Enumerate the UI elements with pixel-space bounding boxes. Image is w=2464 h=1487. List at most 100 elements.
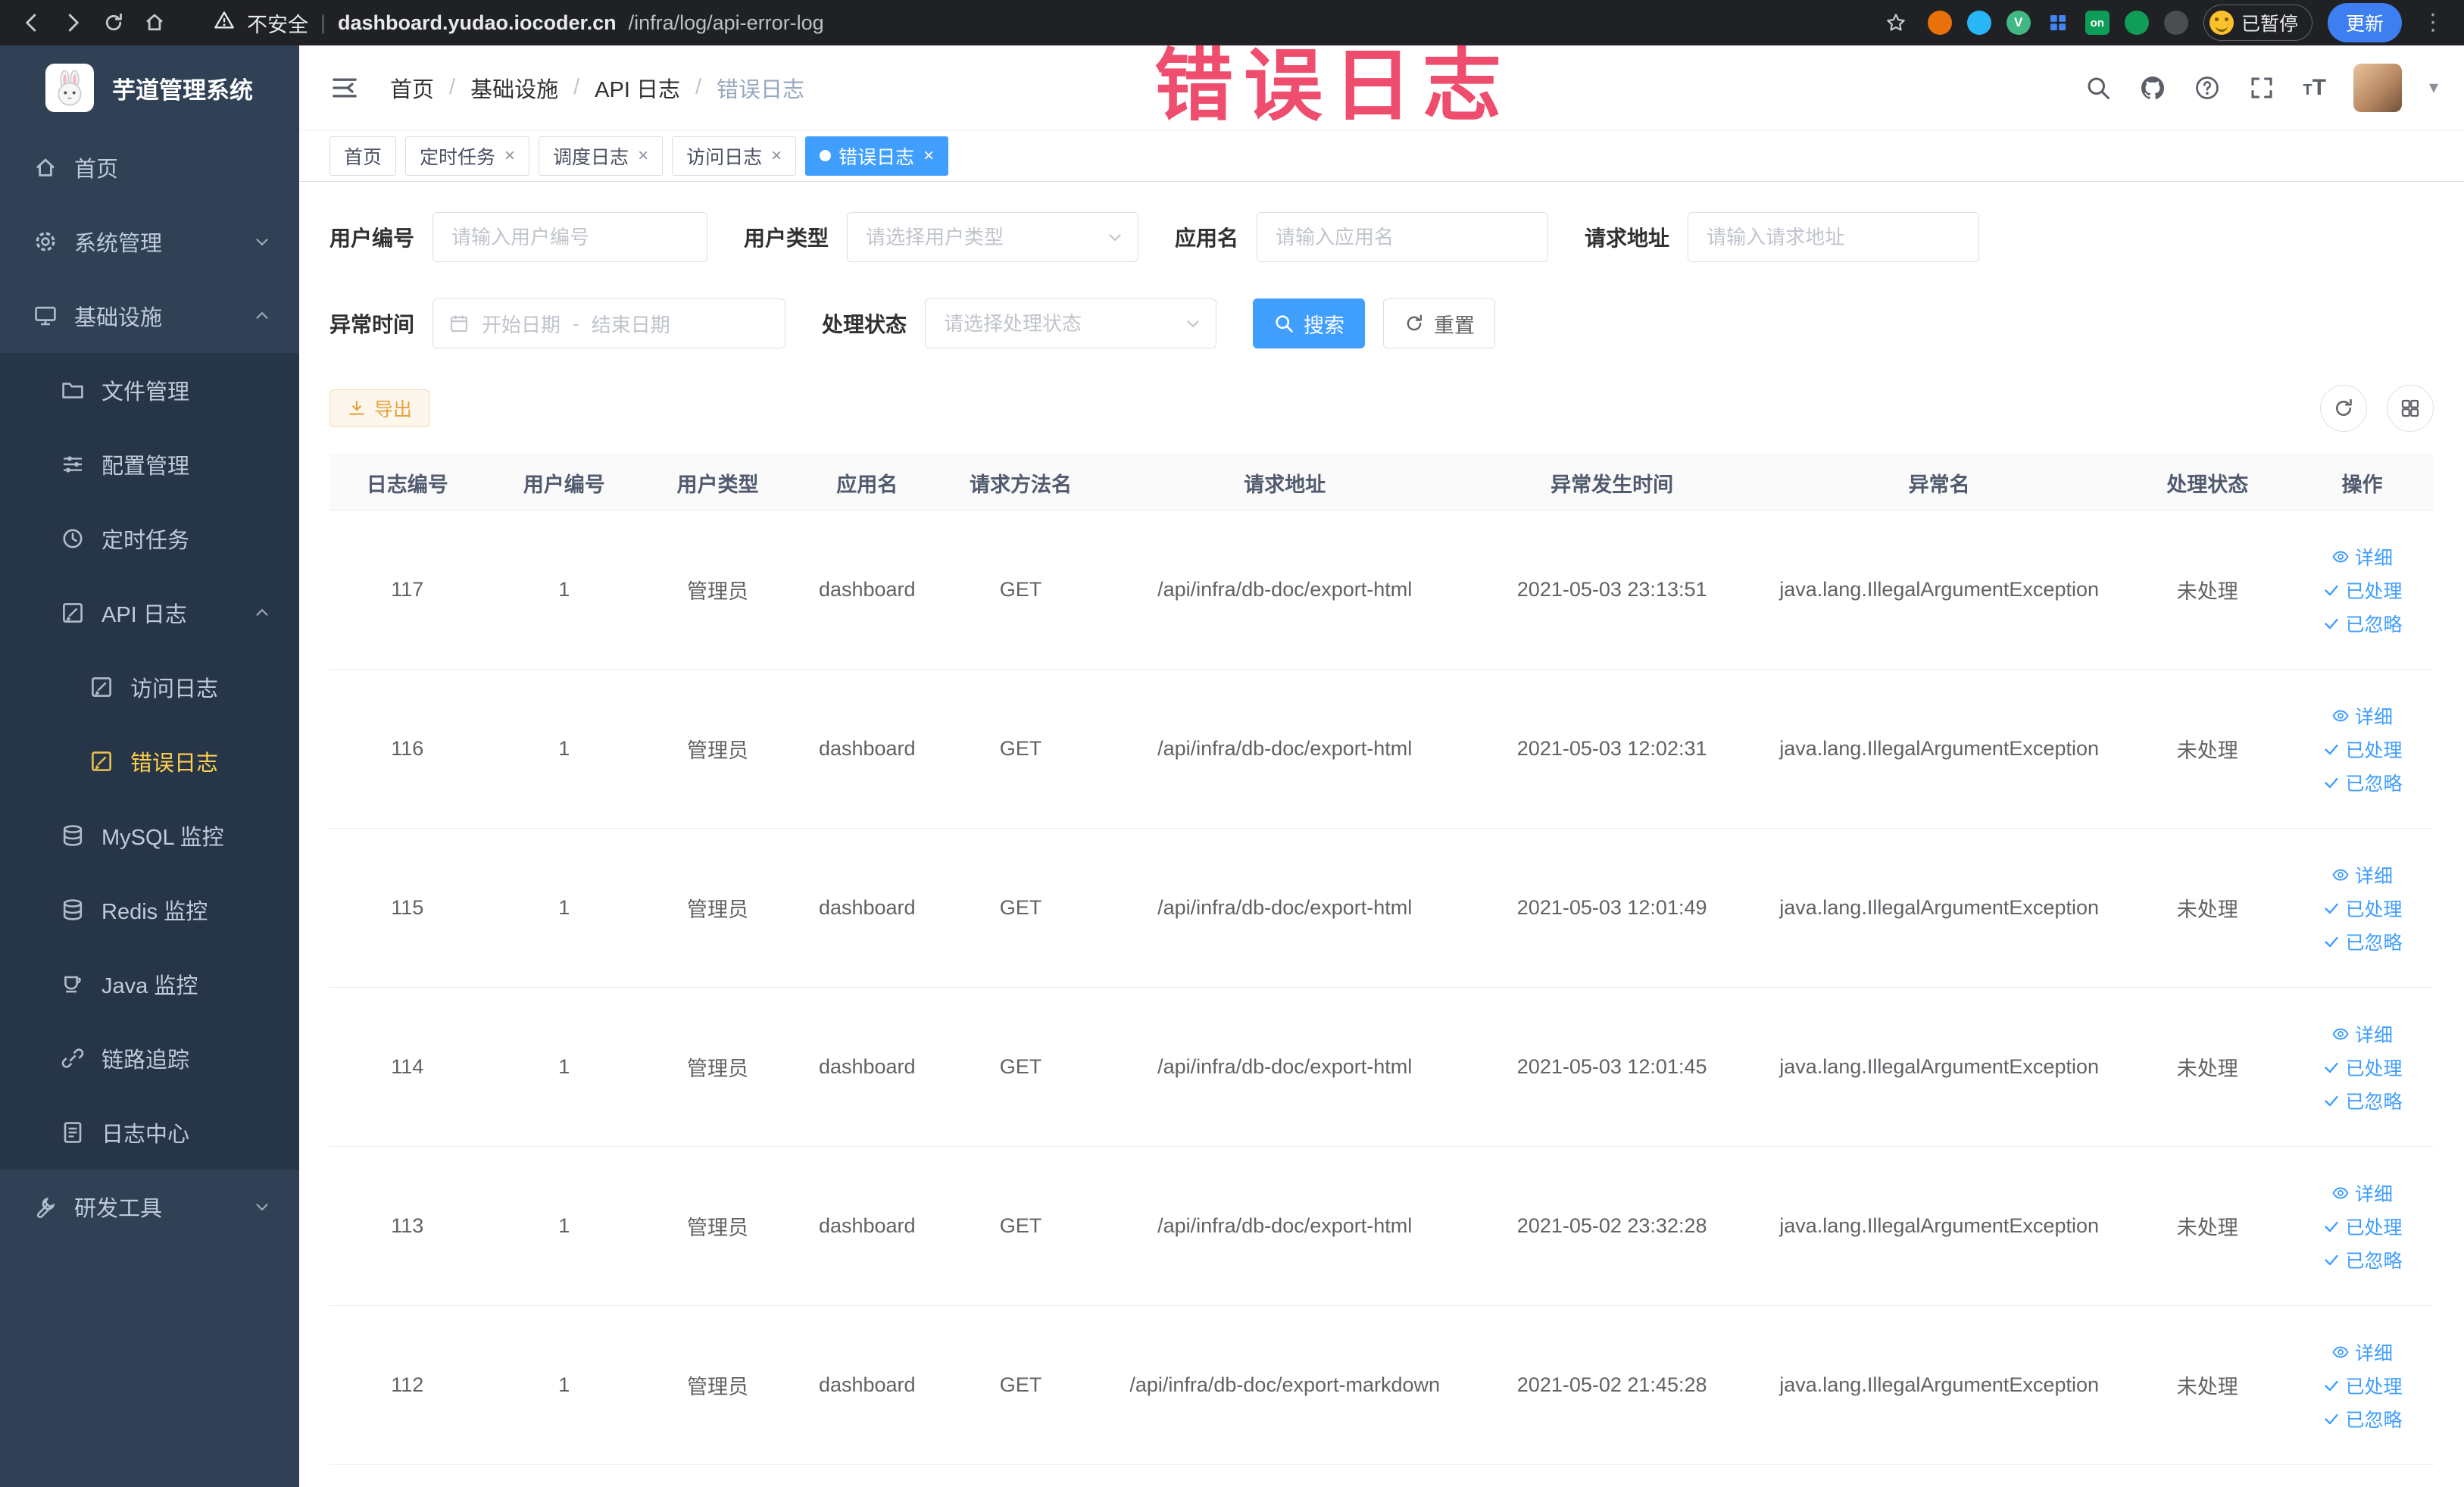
column-settings-button[interactable] xyxy=(2387,385,2434,432)
cell-status: 未处理 xyxy=(2124,1305,2291,1465)
bookmark-star-icon[interactable] xyxy=(1879,6,1913,39)
extension-icon[interactable] xyxy=(1966,11,1991,35)
cell-user-id: 1 xyxy=(485,987,643,1147)
avatar-caret-icon[interactable]: ▾ xyxy=(2429,77,2438,98)
breadcrumb-separator: / xyxy=(573,75,580,99)
refresh-icon xyxy=(1407,314,1422,331)
detail-link[interactable]: 详细 xyxy=(2331,702,2393,729)
sidebar-item-log-center[interactable]: 日志中心 xyxy=(0,1095,299,1170)
table-body: 117 1 管理员 dashboard GET/api/infra/db-doc/exp… xyxy=(329,510,2434,1465)
breadcrumb-item[interactable]: 首页 xyxy=(390,72,434,104)
sidebar-item-config-management[interactable]: 配置管理 xyxy=(0,427,299,501)
browser-menu-icon[interactable]: ⋮ xyxy=(2417,11,2449,34)
check-icon xyxy=(2322,1410,2341,1428)
sidebar-item-error-log[interactable]: 错误日志 xyxy=(0,724,299,798)
sidebar-item-tracing[interactable]: 链路追踪 xyxy=(0,1021,299,1095)
chevron-down-icon xyxy=(1105,227,1125,247)
reset-button[interactable]: 重置 xyxy=(1383,298,1496,348)
sidebar-item-java-monitor[interactable]: Java 监控 xyxy=(0,947,299,1021)
filter-label: 异常时间 xyxy=(329,313,415,336)
sidebar-item-api-logs[interactable]: API 日志 xyxy=(0,576,299,650)
breadcrumb-item[interactable]: 基础设施 xyxy=(470,72,558,104)
sidebar-item-home[interactable]: 首页 xyxy=(0,130,299,205)
tab-schedule-log[interactable]: 调度日志 × xyxy=(539,136,664,176)
app-name-input[interactable] xyxy=(1257,212,1549,262)
sidebar-item-dev-tools[interactable]: 研发工具 xyxy=(0,1170,299,1244)
detail-link[interactable]: 详细 xyxy=(2331,1339,2393,1366)
browser-back-icon[interactable] xyxy=(15,6,48,39)
sidebar-item-access-log[interactable]: 访问日志 xyxy=(0,650,299,724)
detail-link[interactable]: 详细 xyxy=(2331,1020,2393,1048)
filter-request-url: 请求地址 xyxy=(1585,212,1980,262)
user-id-input[interactable] xyxy=(433,212,708,262)
not-secure-warning-icon xyxy=(214,10,235,36)
process-link[interactable]: 已处理 xyxy=(2322,895,2403,922)
check-icon xyxy=(2322,899,2341,917)
check-icon xyxy=(2322,581,2341,599)
vue-devtools-icon[interactable]: V xyxy=(2006,11,2031,35)
font-size-icon[interactable]: TT xyxy=(2303,75,2326,101)
browser-forward-icon[interactable] xyxy=(56,6,89,39)
ignore-link[interactable]: 已忽略 xyxy=(2322,1246,2403,1273)
github-icon[interactable] xyxy=(2139,74,2166,102)
close-icon[interactable]: × xyxy=(504,145,515,167)
extension-on-badge[interactable]: on xyxy=(2085,11,2110,35)
date-start-placeholder: 开始日期 xyxy=(482,313,561,336)
refresh-table-button[interactable] xyxy=(2320,385,2367,432)
export-button-label: 导出 xyxy=(374,399,413,420)
fullscreen-icon[interactable] xyxy=(2248,74,2275,102)
search-button[interactable]: 搜索 xyxy=(1253,298,1366,348)
process-link[interactable]: 已处理 xyxy=(2322,1213,2403,1240)
check-icon xyxy=(2322,614,2341,633)
main-area: 首页 / 基础设施 / API 日志 / 错误日志 TT ▾ 首页 定时任务 × 调度日 xyxy=(299,45,2464,1487)
tab-scheduled-tasks[interactable]: 定时任务 × xyxy=(405,136,530,176)
browser-reload-icon[interactable] xyxy=(97,6,130,39)
logo[interactable]: 芋道管理系统 xyxy=(0,45,299,130)
sidebar-item-redis-monitor[interactable]: Redis 监控 xyxy=(0,873,299,947)
process-link[interactable]: 已处理 xyxy=(2322,1372,2403,1399)
browser-home-icon[interactable] xyxy=(138,6,171,39)
search-icon[interactable] xyxy=(2085,74,2112,102)
sidebar-item-infrastructure[interactable]: 基础设施 xyxy=(0,279,299,353)
user-type-select[interactable] xyxy=(847,212,1139,262)
detail-link[interactable]: 详细 xyxy=(2331,543,2393,570)
export-button[interactable]: 导出 xyxy=(329,389,430,427)
date-range-picker[interactable]: 开始日期 - 结束日期 xyxy=(433,298,786,348)
sidebar-collapse-icon[interactable] xyxy=(329,73,360,103)
request-url-input[interactable] xyxy=(1688,212,1980,262)
close-icon[interactable]: × xyxy=(771,145,782,167)
filter-row-1: 用户编号 用户类型 应用名 请求地址 xyxy=(329,212,2434,262)
cell-user-type: 管理员 xyxy=(642,828,793,988)
ignore-link[interactable]: 已忽略 xyxy=(2322,769,2403,796)
browser-update-button[interactable]: 更新 xyxy=(2327,3,2402,42)
detail-link[interactable]: 详细 xyxy=(2331,1179,2393,1207)
extension-icon[interactable] xyxy=(1927,11,1952,35)
tab-home[interactable]: 首页 xyxy=(329,136,397,176)
sidebar-item-scheduled-tasks[interactable]: 定时任务 xyxy=(0,501,299,576)
close-icon[interactable]: × xyxy=(923,145,934,167)
help-icon[interactable] xyxy=(2194,74,2221,102)
tab-access-log[interactable]: 访问日志 × xyxy=(672,136,797,176)
tab-error-log[interactable]: 错误日志 × xyxy=(805,136,949,176)
ignore-link[interactable]: 已忽略 xyxy=(2322,928,2403,955)
process-status-select[interactable] xyxy=(925,298,1217,348)
extension-icon[interactable] xyxy=(2163,11,2188,35)
breadcrumb-item[interactable]: API 日志 xyxy=(595,72,680,104)
sidebar-item-system-management[interactable]: 系统管理 xyxy=(0,205,299,279)
extension-grid-icon[interactable] xyxy=(2046,11,2070,35)
ignore-link[interactable]: 已忽略 xyxy=(2322,1405,2403,1432)
detail-link[interactable]: 详细 xyxy=(2331,861,2393,889)
ignore-link[interactable]: 已忽略 xyxy=(2322,1087,2403,1114)
sidebar-item-label: 日志中心 xyxy=(101,1123,190,1147)
address-bar[interactable]: 不安全 | dashboard.yudao.iocoder.cn/infra/l… xyxy=(214,8,824,38)
close-icon[interactable]: × xyxy=(638,145,648,167)
avatar[interactable] xyxy=(2353,63,2402,112)
sidebar-item-file-management[interactable]: 文件管理 xyxy=(0,353,299,427)
ignore-link[interactable]: 已忽略 xyxy=(2322,610,2403,637)
sidebar-item-mysql-monitor[interactable]: MySQL 监控 xyxy=(0,798,299,873)
paused-badge[interactable]: 已暂停 xyxy=(2203,5,2313,41)
process-link[interactable]: 已处理 xyxy=(2322,736,2403,763)
extension-icon[interactable] xyxy=(2124,11,2149,35)
process-link[interactable]: 已处理 xyxy=(2322,1054,2403,1081)
process-link[interactable]: 已处理 xyxy=(2322,576,2403,604)
